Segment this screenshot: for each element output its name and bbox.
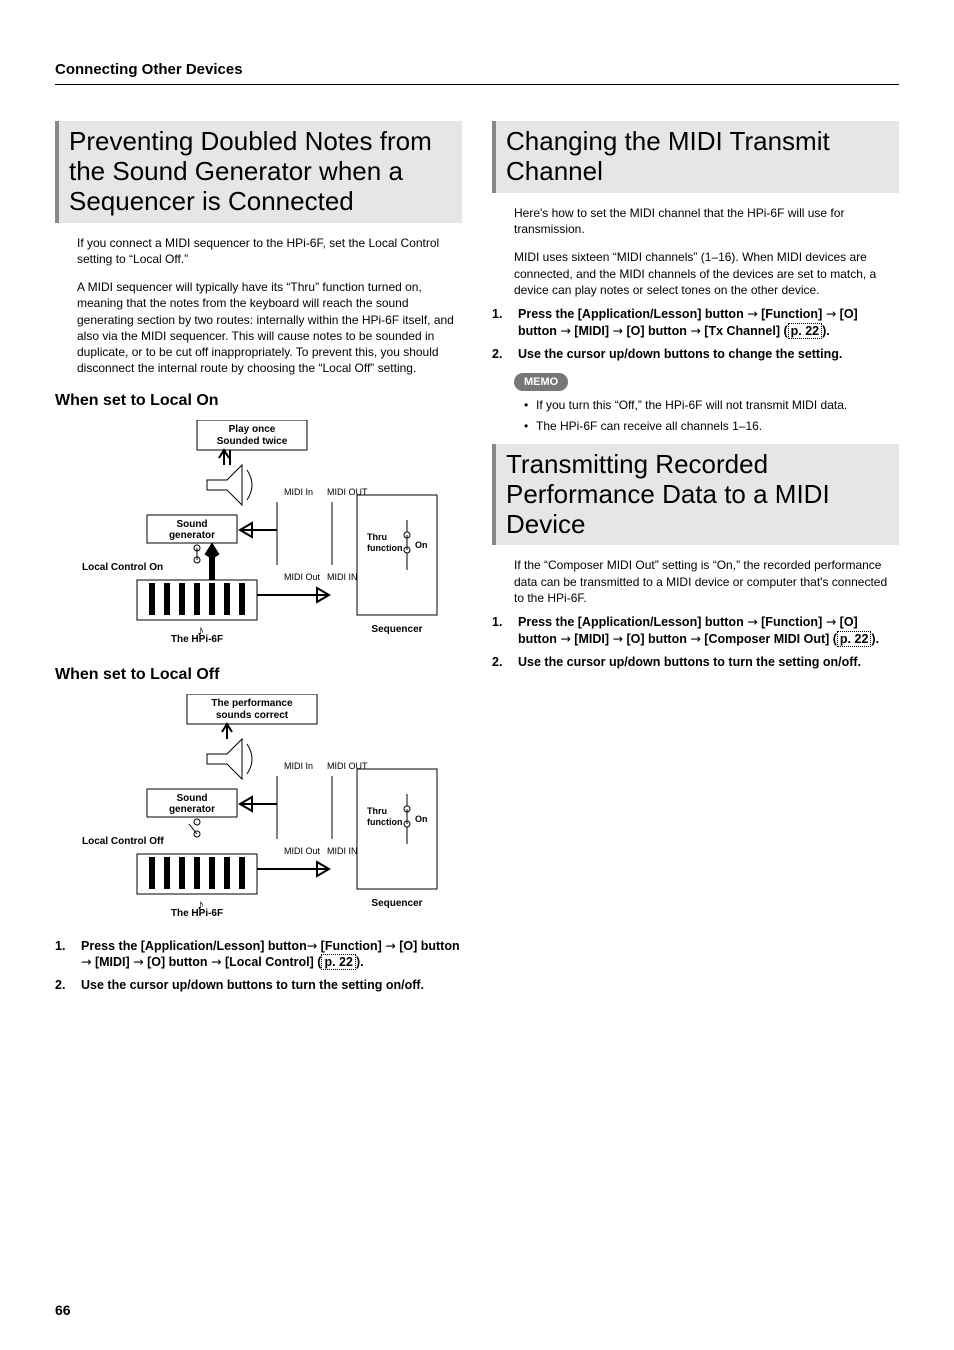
page-ref[interactable]: p. 22 bbox=[788, 323, 823, 339]
memo-list: If you turn this “Off,” the HPi-6F will … bbox=[524, 397, 899, 433]
caption-seq: Sequencer bbox=[371, 624, 422, 635]
svg-text:On: On bbox=[415, 540, 428, 550]
running-head: Connecting Other Devices bbox=[55, 60, 899, 85]
paragraph: If you connect a MIDI sequencer to the H… bbox=[77, 235, 462, 267]
paragraph: If the “Composer MIDI Out” setting is “O… bbox=[514, 557, 899, 606]
svg-text:function: function bbox=[367, 817, 403, 827]
memo-item: The HPi-6F can receive all channels 1–16… bbox=[524, 418, 899, 434]
heading-midi-transmit: Changing the MIDI Transmit Channel bbox=[492, 121, 899, 193]
svg-text:On: On bbox=[415, 814, 428, 824]
note-line-1: Play once bbox=[229, 424, 276, 435]
step-text: Use the cursor up/down buttons to turn t… bbox=[518, 654, 899, 671]
svg-text:MIDI IN: MIDI IN bbox=[327, 572, 358, 582]
memo-badge: MEMO bbox=[514, 373, 568, 392]
svg-text:MIDI In: MIDI In bbox=[284, 487, 313, 497]
svg-text:generator: generator bbox=[169, 804, 215, 815]
svg-text:Sound: Sound bbox=[176, 519, 207, 530]
step-number: 2. bbox=[492, 346, 508, 363]
step-text: Use the cursor up/down buttons to turn t… bbox=[81, 977, 462, 994]
local-control-label: Local Control On bbox=[82, 562, 163, 573]
memo-item: If you turn this “Off,” the HPi-6F will … bbox=[524, 397, 899, 413]
paragraph: Here's how to set the MIDI channel that … bbox=[514, 205, 899, 237]
step-number: 1. bbox=[55, 938, 71, 972]
svg-text:MIDI Out: MIDI Out bbox=[284, 572, 321, 582]
svg-text:Local Control Off: Local Control Off bbox=[82, 836, 164, 847]
svg-text:sounds correct: sounds correct bbox=[216, 710, 289, 721]
page-ref[interactable]: p. 22 bbox=[321, 954, 356, 970]
step-number: 1. bbox=[492, 306, 508, 340]
heading-preventing-doubled: Preventing Doubled Notes from the Sound … bbox=[55, 121, 462, 223]
step-text: Use the cursor up/down buttons to change… bbox=[518, 346, 899, 363]
diagram-local-on: Play once Sounded twice Sound generator bbox=[77, 420, 447, 650]
svg-text:Sound: Sound bbox=[176, 793, 207, 804]
step-number: 1. bbox=[492, 614, 508, 648]
left-column: Preventing Doubled Notes from the Sound … bbox=[55, 121, 462, 1002]
svg-text:function: function bbox=[367, 543, 403, 553]
svg-text:♪: ♪ bbox=[197, 622, 204, 638]
svg-text:MIDI IN: MIDI IN bbox=[327, 846, 358, 856]
note-line-2: Sounded twice bbox=[217, 436, 288, 447]
page-number: 66 bbox=[55, 1301, 71, 1320]
svg-text:Sequencer: Sequencer bbox=[371, 898, 422, 909]
step-text: Press the [Application/Lesson] button→ [… bbox=[81, 938, 462, 972]
svg-text:♪: ♪ bbox=[197, 896, 204, 912]
svg-text:generator: generator bbox=[169, 530, 215, 541]
svg-text:Thru: Thru bbox=[367, 532, 387, 542]
step-number: 2. bbox=[55, 977, 71, 994]
page-ref[interactable]: p. 22 bbox=[837, 631, 872, 647]
svg-text:The performance: The performance bbox=[211, 698, 293, 709]
step-text: Press the [Application/Lesson] button → … bbox=[518, 306, 899, 340]
diagram-local-off: The performance sounds correct Sound gen… bbox=[77, 694, 447, 924]
paragraph: A MIDI sequencer will typically have its… bbox=[77, 279, 462, 376]
heading-local-off: When set to Local Off bbox=[55, 664, 462, 686]
paragraph: MIDI uses sixteen “MIDI channels” (1–16)… bbox=[514, 249, 899, 298]
steps-local-control: 1. Press the [Application/Lesson] button… bbox=[55, 938, 462, 995]
svg-text:MIDI In: MIDI In bbox=[284, 761, 313, 771]
heading-composer-midi-out: Transmitting Recorded Performance Data t… bbox=[492, 444, 899, 546]
steps-tx-channel: 1. Press the [Application/Lesson] button… bbox=[492, 306, 899, 363]
svg-text:Thru: Thru bbox=[367, 806, 387, 816]
heading-local-on: When set to Local On bbox=[55, 390, 462, 412]
step-number: 2. bbox=[492, 654, 508, 671]
steps-composer-midi-out: 1. Press the [Application/Lesson] button… bbox=[492, 614, 899, 671]
step-text: Press the [Application/Lesson] button → … bbox=[518, 614, 899, 648]
right-column: Changing the MIDI Transmit Channel Here'… bbox=[492, 121, 899, 1002]
svg-text:MIDI Out: MIDI Out bbox=[284, 846, 321, 856]
